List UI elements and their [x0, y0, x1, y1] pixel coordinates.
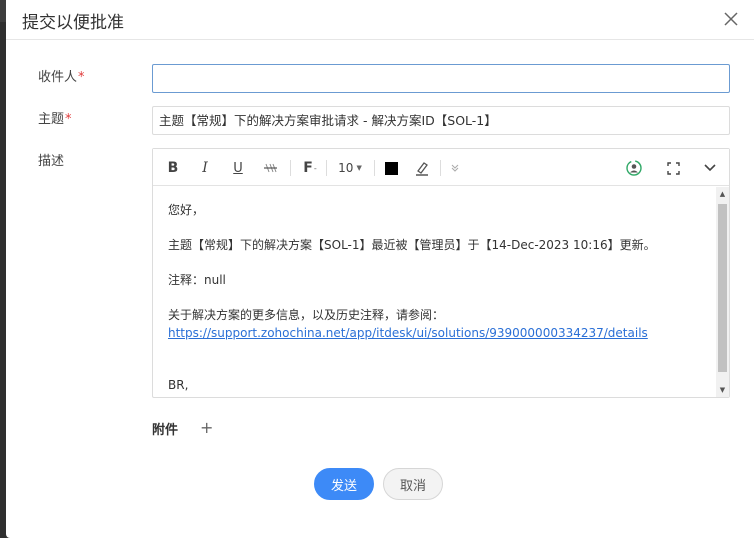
add-attachment-icon[interactable]: + [200, 418, 213, 437]
message-signoff: BR, [168, 378, 189, 392]
font-family-icon[interactable]: F- [301, 158, 319, 178]
solution-link[interactable]: https://support.zohochina.net/app/itdesk… [168, 326, 648, 340]
toolbar-divider [290, 160, 291, 176]
underline-glyph: U [233, 160, 243, 176]
more-icon[interactable] [447, 158, 463, 178]
description-label: 描述 [38, 154, 65, 169]
message-body: 主题【常规】下的解决方案【SOL-1】最近被【管理员】于【14-Dec-2023… [168, 238, 656, 252]
editor-content[interactable]: 您好， 主题【常规】下的解决方案【SOL-1】最近被【管理员】于【14-Dec-… [153, 187, 716, 397]
scroll-up-arrow[interactable]: ▲ [716, 187, 729, 201]
sync-icon[interactable] [624, 158, 644, 178]
chevron-down-icon: ▼ [356, 164, 362, 172]
collapse-icon[interactable] [701, 158, 719, 178]
bold-icon[interactable]: B [165, 158, 181, 178]
text-color-icon[interactable] [383, 158, 399, 178]
close-icon[interactable] [722, 10, 740, 28]
recipient-label-text: 收件人 [38, 70, 78, 85]
dialog-title: 提交以便批准 [22, 13, 124, 33]
highlight-icon[interactable] [413, 158, 431, 178]
cancel-button[interactable]: 取消 [383, 468, 443, 500]
editor-toolbar: B I U F- 10 ▼ [153, 149, 729, 186]
font-glyph: F [303, 160, 313, 176]
scroll-down-arrow[interactable]: ▼ [716, 383, 729, 397]
toolbar-divider [326, 160, 327, 176]
message-greeting: 您好， [168, 203, 205, 217]
toolbar-divider [374, 160, 375, 176]
subject-input[interactable]: 主题【常规】下的解决方案审批请求 - 解决方案ID【SOL-1】 [152, 106, 730, 135]
editor-scrollbar[interactable]: ▲ ▼ [716, 187, 729, 397]
font-size-dropdown[interactable]: 10 ▼ [335, 158, 365, 178]
message-more-info: 关于解决方案的更多信息，以及历史注释，请参阅： [168, 308, 445, 322]
recipient-input[interactable] [152, 64, 730, 93]
italic-glyph: I [202, 160, 208, 176]
subject-label-text: 主题 [38, 112, 65, 127]
toolbar-divider [440, 160, 441, 176]
underline-icon[interactable]: U [230, 158, 246, 178]
required-mark: * [65, 112, 72, 127]
subject-label: 主题* [38, 108, 72, 127]
message-comment: 注释：null [168, 273, 226, 287]
scroll-thumb[interactable] [718, 204, 727, 372]
attachments-label: 附件 [152, 423, 179, 438]
fullscreen-icon[interactable] [664, 158, 682, 178]
required-mark: * [78, 70, 85, 85]
dialog-header: 提交以便批准 [6, 0, 754, 40]
strikethrough-icon[interactable] [261, 158, 279, 178]
font-size-value: 10 [338, 161, 354, 175]
send-button[interactable]: 发送 [314, 468, 374, 500]
italic-icon[interactable]: I [197, 158, 213, 178]
recipient-label: 收件人* [38, 66, 85, 85]
rich-text-editor: B I U F- 10 ▼ 您好， 主题【常规】下的解决方案【SOL-1】最近被… [152, 148, 730, 398]
approval-dialog: 提交以便批准 收件人* 主题* 主题【常规】下的解决方案审批请求 - 解决方案I… [6, 0, 754, 538]
bold-glyph: B [167, 160, 179, 176]
